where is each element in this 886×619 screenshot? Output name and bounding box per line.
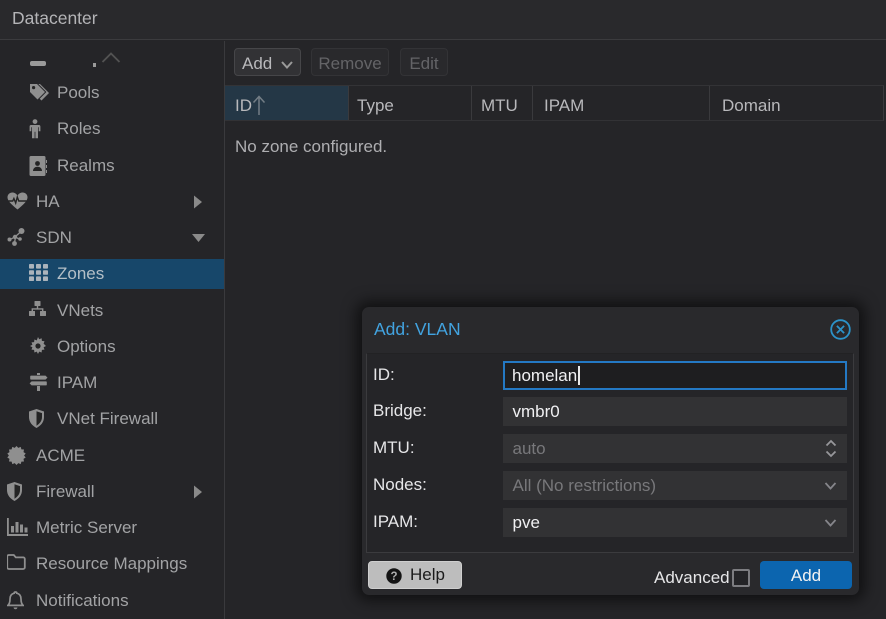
svg-text:?: ? xyxy=(390,571,397,583)
